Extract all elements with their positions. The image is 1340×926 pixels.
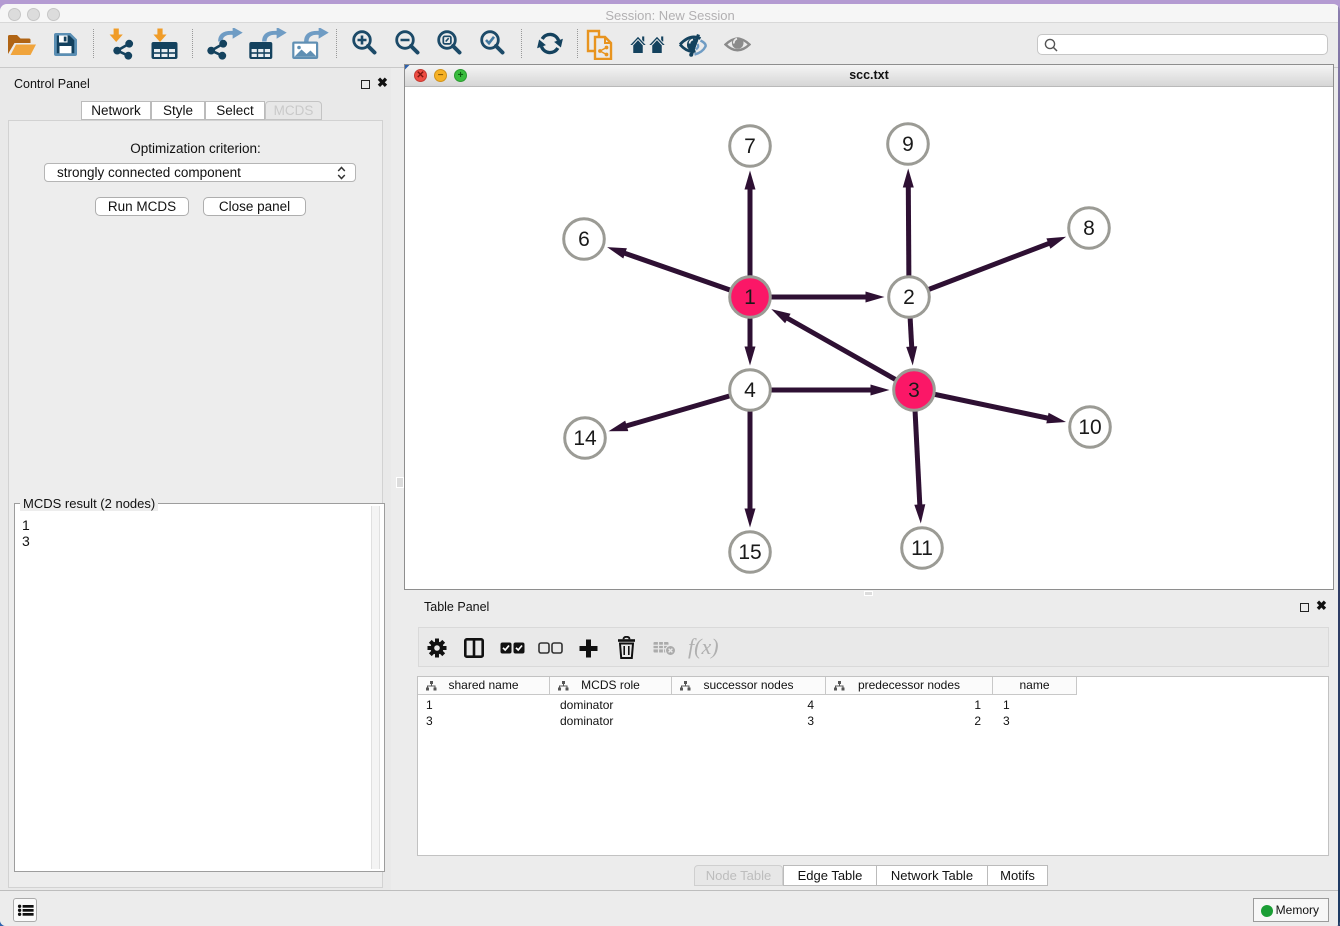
svg-text:2: 2 (903, 286, 915, 309)
svg-text:15: 15 (738, 541, 761, 564)
svg-text:1: 1 (744, 286, 756, 309)
svg-text:8: 8 (1083, 217, 1095, 240)
svg-text:7: 7 (744, 135, 756, 158)
svg-text:9: 9 (902, 133, 914, 156)
svg-text:11: 11 (911, 537, 933, 560)
svg-text:4: 4 (744, 379, 756, 402)
svg-text:6: 6 (578, 228, 590, 251)
svg-text:10: 10 (1078, 416, 1101, 439)
svg-text:3: 3 (908, 379, 920, 402)
svg-text:14: 14 (573, 427, 597, 450)
